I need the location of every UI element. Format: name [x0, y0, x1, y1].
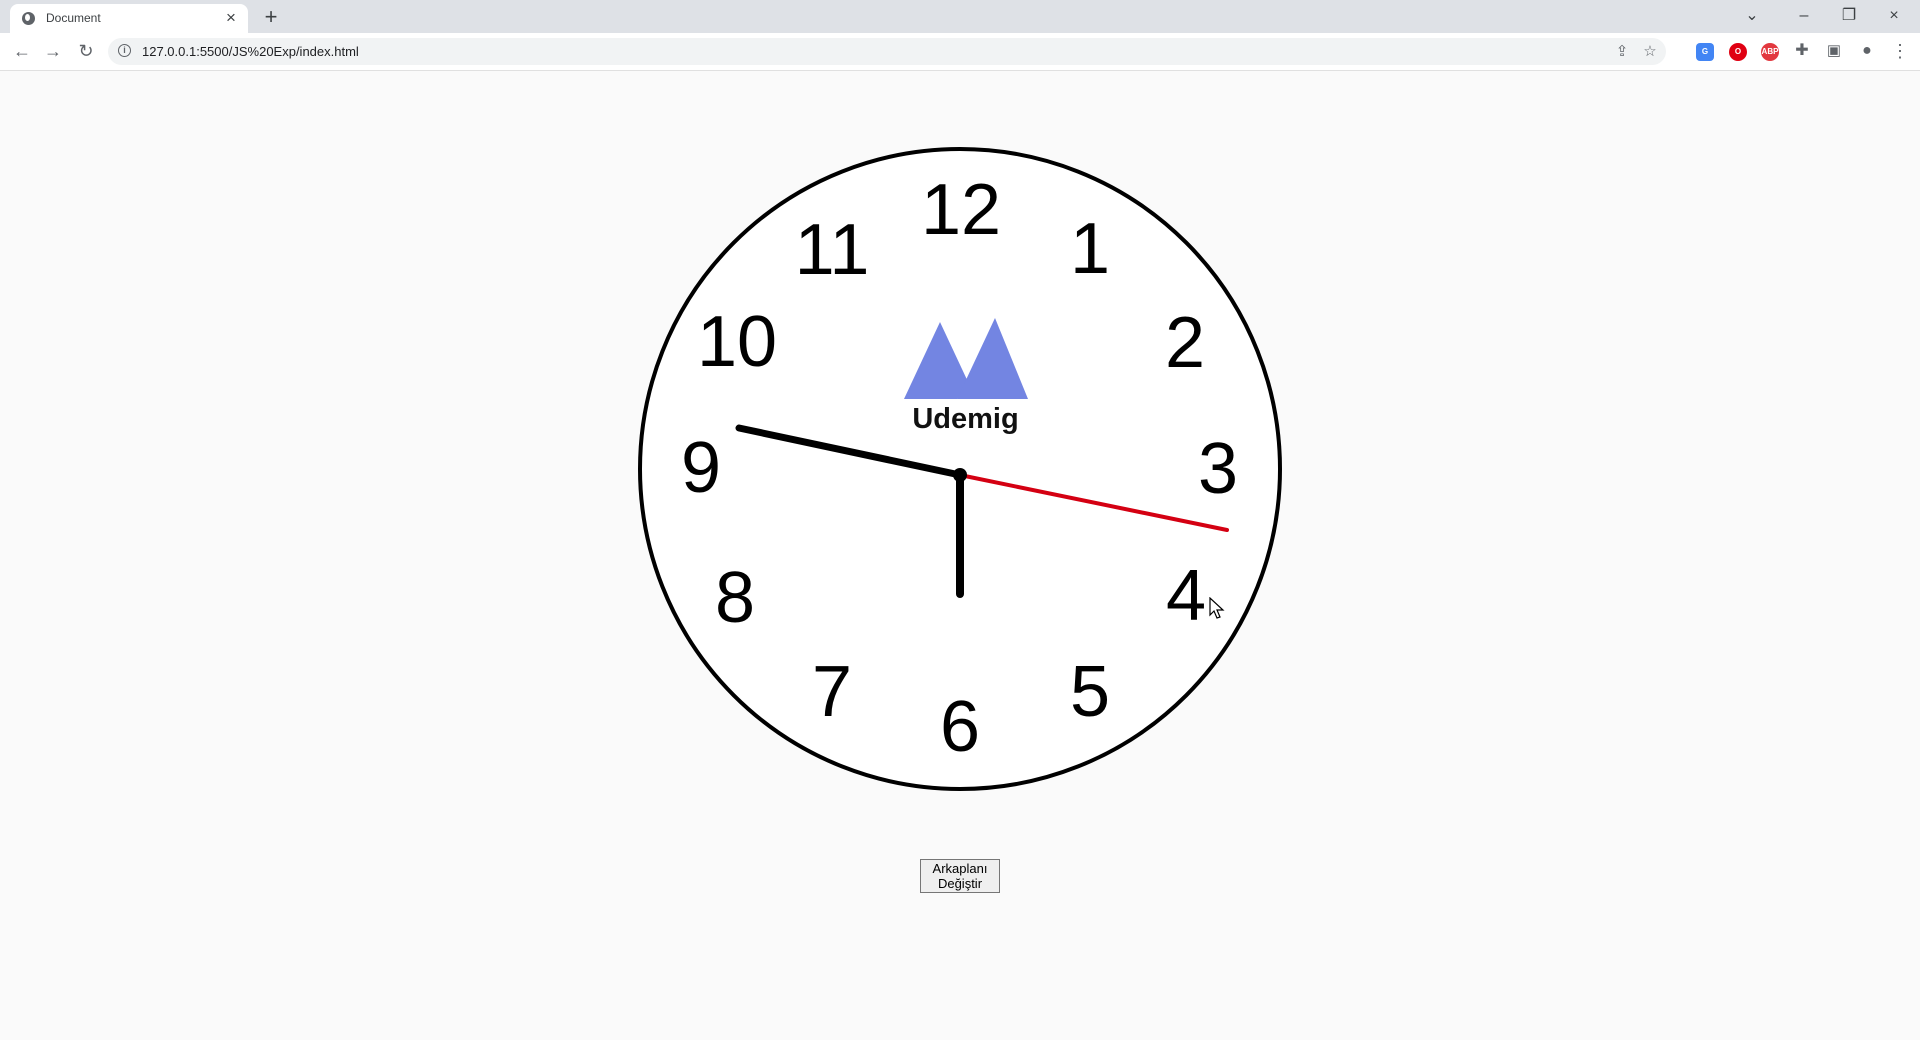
- close-icon[interactable]: ×: [1882, 4, 1906, 28]
- tab-strip: Document × + ⌄ – ❐ ×: [0, 0, 1920, 33]
- share-icon[interactable]: ⇪: [1612, 42, 1632, 62]
- clock-number-12: 12: [920, 170, 1002, 250]
- clock-number-9: 9: [680, 428, 722, 508]
- translate-extension-icon[interactable]: G: [1696, 43, 1714, 61]
- clock-number-6: 6: [939, 687, 981, 767]
- forward-arrow-icon[interactable]: →: [41, 39, 65, 63]
- back-arrow-icon[interactable]: ←: [10, 39, 34, 63]
- clock-number-4: 4: [1165, 556, 1207, 636]
- globe-icon: [22, 12, 35, 25]
- more-vertical-icon[interactable]: ⋮: [1888, 39, 1912, 63]
- udemig-logo-mark: [904, 318, 1028, 399]
- chevron-down-icon[interactable]: ⌄: [1740, 4, 1764, 28]
- puzzle-icon[interactable]: ✚: [1790, 39, 1814, 63]
- page-content: 12 1 2 3 4 5 6 7 8 9 10 11 Udemig Arkapl…: [0, 71, 1920, 1040]
- clock-number-7: 7: [811, 652, 853, 732]
- minimize-icon[interactable]: –: [1792, 4, 1816, 28]
- info-icon[interactable]: i: [118, 44, 131, 57]
- mouse-cursor-icon: [1209, 597, 1225, 619]
- close-icon[interactable]: ×: [223, 9, 239, 26]
- adblock-extension-icon[interactable]: ABP: [1761, 43, 1779, 61]
- profile-icon[interactable]: ●: [1855, 39, 1879, 63]
- clock-number-2: 2: [1164, 303, 1206, 383]
- logo-left-triangle: [904, 322, 969, 399]
- window-controls: ⌄ – ❐ ×: [1744, 0, 1920, 33]
- clock-number-8: 8: [714, 558, 756, 638]
- restore-icon[interactable]: ❐: [1837, 4, 1861, 28]
- clock-number-1: 1: [1069, 209, 1111, 289]
- change-background-button[interactable]: Arkaplanı Değiştir: [920, 859, 1000, 893]
- browser-toolbar: ← → ↻ i 127.0.0.1:5500/JS%20Exp/index.ht…: [0, 33, 1920, 70]
- clock-number-11: 11: [794, 210, 870, 290]
- star-icon[interactable]: ☆: [1640, 42, 1660, 62]
- browser-tab[interactable]: Document ×: [10, 4, 248, 33]
- browser-window: Document × + ⌄ – ❐ × ← → ↻ i 127.0.0.1:5…: [0, 0, 1920, 71]
- side-panel-icon[interactable]: ▣: [1822, 39, 1846, 63]
- clock-number-10: 10: [696, 302, 778, 382]
- address-bar[interactable]: i 127.0.0.1:5500/JS%20Exp/index.html ⇪ ☆: [108, 38, 1666, 65]
- plus-icon[interactable]: +: [259, 5, 283, 29]
- clock-number-3: 3: [1197, 429, 1239, 509]
- tab-title: Document: [46, 11, 101, 25]
- logo-right-triangle: [957, 318, 1028, 399]
- reload-icon[interactable]: ↻: [74, 39, 98, 63]
- udemig-logo-text: Udemig: [912, 403, 1019, 435]
- url-text[interactable]: 127.0.0.1:5500/JS%20Exp/index.html: [142, 44, 359, 59]
- clock-number-5: 5: [1069, 652, 1111, 732]
- opera-extension-icon[interactable]: O: [1729, 43, 1747, 61]
